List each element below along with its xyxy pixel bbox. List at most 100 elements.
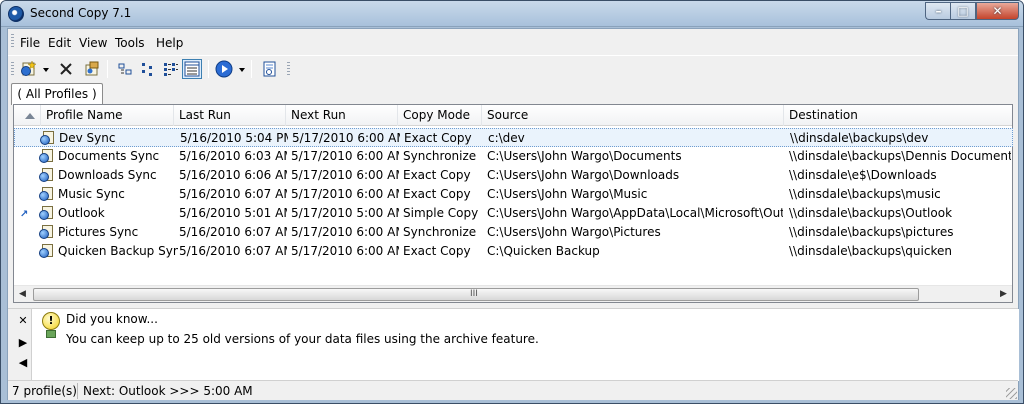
status-bar: 7 profile(s) Next: Outlook >>> 5:00 AM [8, 380, 1018, 400]
copy-mode: Simple Copy [403, 206, 479, 220]
tip-panel: ✕ ▶ ◀ ! Did you know... You can keep up … [8, 308, 1019, 381]
column-destination[interactable]: Destination [784, 105, 1013, 126]
tab-strip: ( All Profiles ) [8, 83, 1018, 105]
toolbar [8, 55, 1018, 81]
title-bar[interactable]: Second Copy 7.1 – □ ✕ [1, 1, 1023, 27]
profile-name: Dev Sync [59, 131, 116, 145]
previous-tip-icon[interactable]: ◀ [17, 356, 29, 370]
sort-column[interactable] [14, 105, 41, 126]
copy-mode: Exact Copy [403, 187, 471, 201]
properties-button[interactable] [82, 59, 102, 79]
delete-button[interactable] [56, 59, 76, 79]
horizontal-scrollbar[interactable]: ◀ III ▶ [14, 285, 1012, 302]
tip-controls: ✕ ▶ ◀ [8, 309, 30, 381]
scroll-right-arrow-icon[interactable]: ▶ [996, 287, 1011, 302]
profile-icon [39, 243, 55, 259]
toolbar-end-grip[interactable] [287, 62, 290, 76]
small-icons-button[interactable] [138, 59, 158, 79]
scroll-left-arrow-icon[interactable]: ◀ [15, 287, 30, 302]
toolbar-separator [208, 60, 209, 78]
close-button[interactable]: ✕ [976, 2, 1019, 20]
scroll-thumb[interactable]: III [33, 288, 919, 301]
table-row[interactable]: Dev Sync 5/16/2010 5:04 PM 5/17/2010 6:0… [14, 128, 1013, 147]
table-row[interactable]: Downloads Sync 5/16/2010 6:06 AM 5/17/20… [14, 166, 1013, 185]
column-copy-mode[interactable]: Copy Mode [398, 105, 482, 126]
table-row[interactable]: Music Sync 5/16/2010 6:07 AM 5/17/2010 6… [14, 185, 1013, 204]
list-header: Profile Name Last Run Next Run Copy Mode… [14, 105, 1012, 126]
next-run: 5/17/2010 6:00 AM [291, 149, 399, 163]
resize-grip-icon[interactable] [1006, 388, 1017, 399]
delete-icon [60, 63, 72, 75]
close-icon: ✕ [992, 4, 1003, 18]
profile-icon [39, 224, 55, 240]
last-run: 5/16/2010 5:01 AM [179, 206, 287, 220]
close-tip-icon[interactable]: ✕ [17, 314, 29, 328]
toolbar-grip[interactable] [11, 62, 14, 76]
run-button[interactable] [214, 59, 234, 79]
copy-mode: Exact Copy [403, 168, 471, 182]
source: C:\Users\John Wargo\Downloads [487, 168, 680, 182]
list-icon [164, 63, 178, 76]
menu-tools[interactable]: Tools [115, 36, 145, 50]
copy-mode: Synchronize [403, 225, 477, 239]
maximize-icon: □ [957, 4, 969, 18]
profiles-list[interactable]: Profile Name Last Run Next Run Copy Mode… [13, 104, 1013, 303]
help-icon [263, 61, 276, 77]
tip-content: ! Did you know... You can keep up to 25 … [31, 309, 1019, 381]
profile-icon [39, 167, 55, 183]
profile-name: Pictures Sync [58, 225, 139, 239]
profile-icon [40, 130, 56, 146]
lightbulb-icon: ! [40, 312, 62, 340]
column-next-run[interactable]: Next Run [286, 105, 398, 126]
last-run: 5/16/2010 6:03 AM [179, 149, 287, 163]
details-view-button[interactable] [182, 59, 202, 79]
profile-icon [39, 205, 55, 221]
menu-view[interactable]: View [79, 36, 107, 50]
profile-name: Music Sync [58, 187, 125, 201]
app-icon[interactable] [8, 6, 24, 22]
new-profile-dropdown[interactable] [43, 68, 49, 72]
sort-up-icon [25, 113, 35, 119]
new-profile-icon [21, 61, 36, 76]
tip-title: Did you know... [66, 312, 158, 326]
next-run: 5/17/2010 6:00 AM [291, 225, 399, 239]
menu-grip[interactable] [11, 34, 14, 48]
last-run: 5/16/2010 5:04 PM [180, 131, 288, 145]
table-row[interactable]: Documents Sync 5/16/2010 6:03 AM 5/17/20… [14, 147, 1013, 166]
last-run: 5/16/2010 6:06 AM [179, 168, 287, 182]
profile-name: Outlook [58, 206, 105, 220]
copy-mode: Exact Copy [404, 131, 472, 145]
new-profile-button[interactable] [18, 59, 38, 79]
column-last-run[interactable]: Last Run [174, 105, 286, 126]
menu-help[interactable]: Help [156, 36, 183, 50]
table-row[interactable]: Quicken Backup Sync 5/16/2010 6:07 AM 5/… [14, 242, 1013, 261]
list-view-button[interactable] [161, 59, 181, 79]
column-profile-name[interactable]: Profile Name [41, 105, 174, 126]
large-icons-button[interactable] [115, 59, 135, 79]
last-run: 5/16/2010 6:07 AM [179, 225, 287, 239]
column-source[interactable]: Source [482, 105, 784, 126]
source: c:\dev [488, 131, 525, 145]
status-next-run: Next: Outlook >>> 5:00 AM [83, 384, 253, 398]
next-tip-icon[interactable]: ▶ [17, 336, 29, 350]
destination: \\dinsdale\backups\music [789, 187, 941, 201]
menu-file[interactable]: File [20, 36, 40, 50]
help-button[interactable] [259, 59, 279, 79]
minimize-button[interactable]: – [925, 2, 951, 20]
properties-icon [85, 61, 99, 76]
source: C:\Quicken Backup [487, 244, 600, 258]
next-run: 5/17/2010 6:00 AM [292, 131, 400, 145]
tab-all-profiles[interactable]: ( All Profiles ) [11, 83, 103, 105]
menu-edit[interactable]: Edit [48, 36, 71, 50]
maximize-button[interactable]: □ [950, 2, 976, 20]
copy-mode: Exact Copy [403, 244, 471, 258]
table-row[interactable]: Pictures Sync 5/16/2010 6:07 AM 5/17/201… [14, 223, 1013, 242]
tip-text: You can keep up to 25 old versions of yo… [66, 332, 539, 346]
destination: \\dinsdale\backups\dev [790, 131, 929, 145]
last-run: 5/16/2010 6:07 AM [179, 187, 287, 201]
source: C:\Users\John Wargo\Music [487, 187, 648, 201]
source: C:\Users\John Wargo\Pictures [487, 225, 661, 239]
table-row[interactable]: ↗ Outlook 5/16/2010 5:01 AM 5/17/2010 5:… [14, 204, 1013, 223]
small-icons-icon [142, 63, 152, 76]
run-dropdown[interactable] [239, 68, 245, 72]
